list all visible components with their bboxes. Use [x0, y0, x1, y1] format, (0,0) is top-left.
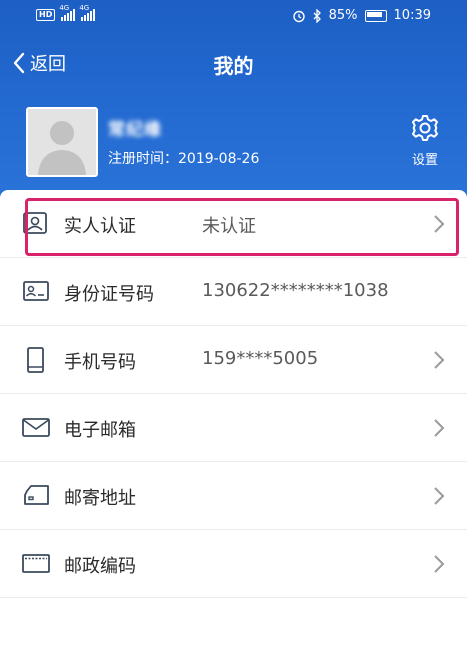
chevron-right-icon — [434, 215, 445, 233]
registration-date: 2019-08-26 — [178, 151, 260, 167]
row-label: 邮寄地址 — [64, 488, 136, 509]
status-left: HD 4G 4G — [36, 4, 96, 21]
row-value: 未认证 — [202, 216, 256, 237]
list-item-mailing-address[interactable]: 邮寄地址 — [0, 462, 467, 530]
registration-info: 注册时间：2019-08-26 — [108, 148, 259, 168]
list-item-real-name-auth[interactable]: 实人认证 未认证 — [0, 190, 467, 258]
postcode-icon — [22, 554, 50, 573]
list-item-postal-code[interactable]: 邮政编码 — [0, 530, 467, 598]
back-label: 返回 — [30, 54, 66, 75]
list-item-id-number[interactable]: 身份证号码 130622********1038 — [0, 258, 467, 326]
signal-icon: 4G — [59, 4, 76, 21]
chevron-right-icon — [434, 555, 445, 573]
list-item-email[interactable]: 电子邮箱 — [0, 394, 467, 462]
battery-icon — [364, 9, 387, 22]
truck-icon — [24, 485, 49, 505]
chevron-left-icon — [13, 52, 25, 74]
chevron-right-icon — [434, 419, 445, 437]
gear-icon — [412, 115, 438, 141]
id-card-icon — [23, 281, 49, 301]
person-card-icon — [23, 212, 47, 234]
mail-icon — [22, 418, 50, 437]
list-item-phone[interactable]: 手机号码 159****5005 — [0, 326, 467, 394]
status-right: 85% 10:39 — [292, 8, 431, 23]
chevron-right-icon — [434, 487, 445, 505]
hd-badge: HD — [36, 9, 56, 21]
signal-label: 4G — [59, 4, 70, 12]
row-value: 130622********1038 — [202, 280, 389, 301]
row-label: 电子邮箱 — [64, 420, 136, 441]
row-label: 实人认证 — [64, 216, 136, 237]
row-label: 手机号码 — [64, 352, 136, 373]
settings-label: 设置 — [411, 153, 438, 168]
row-value: 159****5005 — [202, 348, 319, 369]
row-label: 身份证号码 — [64, 284, 154, 305]
avatar-placeholder-icon — [28, 109, 96, 175]
status-time: 10:39 — [393, 8, 431, 23]
status-bar: HD 4G 4G 85% 10:39 — [0, 0, 467, 34]
settings-button[interactable]: 设置 — [402, 113, 448, 168]
bluetooth-icon — [313, 8, 321, 23]
signal-icon: 4G — [79, 4, 96, 21]
phone-icon — [27, 347, 44, 373]
nav-bar: 返回 我的 — [0, 42, 467, 86]
info-card: 实人认证 未认证 身份证号码 130622********1038 手机号码 1… — [0, 190, 467, 656]
back-button[interactable]: 返回 — [12, 50, 66, 76]
row-divider — [0, 597, 467, 598]
signal-label: 4G — [79, 4, 90, 12]
avatar[interactable] — [26, 107, 98, 177]
row-label: 邮政编码 — [64, 556, 136, 577]
user-name: 常纪缘 — [108, 120, 162, 140]
registration-label: 注册时间： — [108, 151, 178, 167]
alarm-icon — [292, 10, 305, 22]
page-title: 我的 — [213, 54, 254, 78]
chevron-right-icon — [434, 351, 445, 369]
battery-percent: 85% — [328, 8, 358, 23]
